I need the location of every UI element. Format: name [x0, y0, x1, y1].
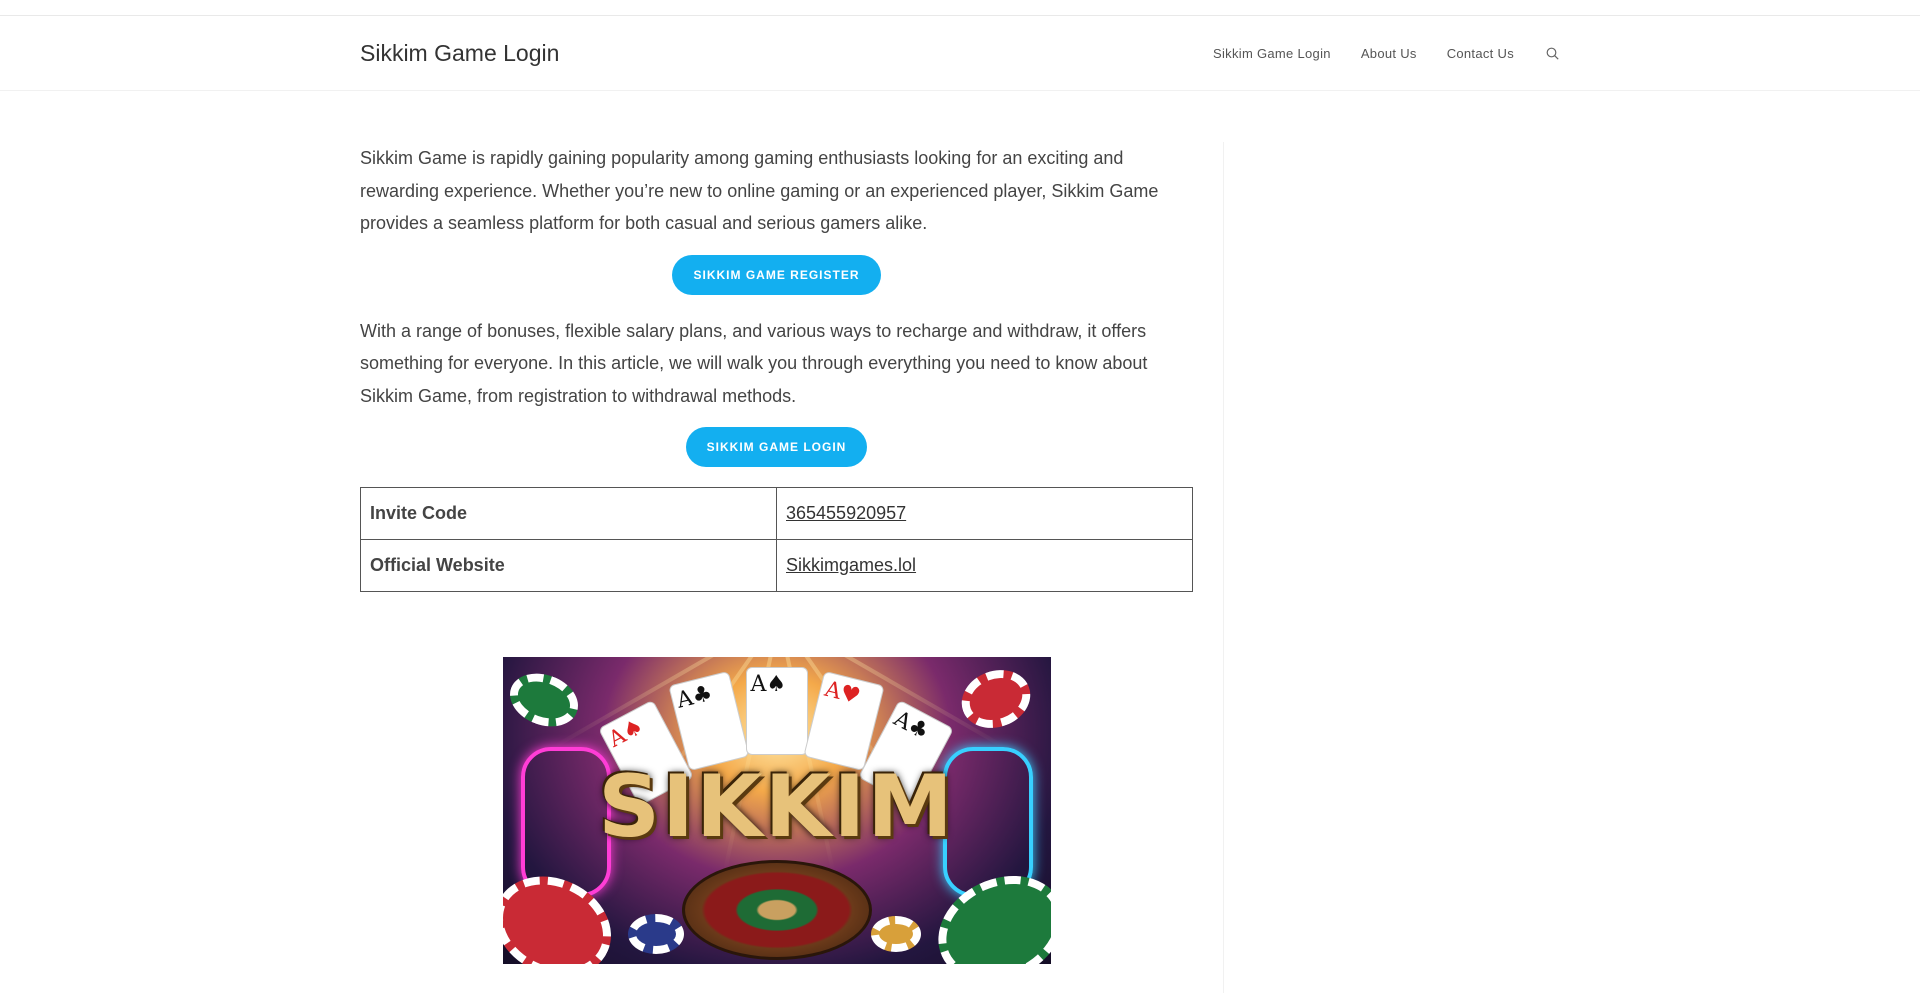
- invite-code-cell: 365455920957: [776, 487, 1193, 540]
- article-content: Sikkim Game is rapidly gaining popularit…: [360, 142, 1193, 993]
- second-paragraph: With a range of bonuses, flexible salary…: [360, 320, 1148, 406]
- official-website-label: Official Website: [360, 539, 777, 592]
- login-button-wrap: SIKKIM GAME LOGIN: [360, 427, 1193, 467]
- table-row: Invite Code 365455920957: [360, 487, 1193, 540]
- banner-wrap: A♠ A♣ A♠ A♥ A♣ SIKKIM: [360, 657, 1193, 964]
- sikkim-banner-image: A♠ A♣ A♠ A♥ A♣ SIKKIM: [502, 657, 1051, 964]
- nav-item-sikkim-game-login[interactable]: Sikkim Game Login: [1213, 46, 1331, 61]
- register-button-wrap: SIKKIM GAME REGISTER: [360, 254, 1193, 295]
- top-strip: [0, 0, 1920, 16]
- nav-item-contact-us[interactable]: Contact Us: [1447, 46, 1514, 61]
- official-website-cell: Sikkimgames.lol: [776, 539, 1193, 592]
- site-title[interactable]: Sikkim Game Login: [360, 40, 559, 67]
- playing-card: A♠: [745, 667, 808, 755]
- register-button[interactable]: SIKKIM GAME REGISTER: [672, 254, 881, 295]
- header-inner: Sikkim Game Login Sikkim Game Login Abou…: [360, 16, 1560, 91]
- sikkim-logo-text: SIKKIM: [598, 757, 955, 857]
- poker-chip: [870, 916, 921, 952]
- poker-chip: [502, 664, 585, 736]
- official-website-link[interactable]: Sikkimgames.lol: [786, 555, 916, 575]
- site-header: Sikkim Game Login Sikkim Game Login Abou…: [0, 16, 1920, 91]
- intro-paragraph: Sikkim Game is rapidly gaining popularit…: [360, 148, 1159, 233]
- poker-chip: [627, 914, 684, 954]
- right-sidebar: [1223, 142, 1560, 993]
- table-row: Official Website Sikkimgames.lol: [360, 539, 1193, 592]
- nav-item-about-us[interactable]: About Us: [1361, 46, 1417, 61]
- main-area: Sikkim Game is rapidly gaining popularit…: [360, 91, 1560, 993]
- main-nav: Sikkim Game Login About Us Contact Us: [1183, 46, 1560, 62]
- login-button[interactable]: SIKKIM GAME LOGIN: [685, 427, 868, 467]
- invite-code-link[interactable]: 365455920957: [786, 503, 906, 523]
- roulette-wheel: [681, 860, 872, 960]
- info-table: Invite Code 365455920957 Official Websit…: [360, 487, 1193, 592]
- search-icon[interactable]: [1544, 46, 1560, 62]
- invite-code-label: Invite Code: [360, 487, 777, 540]
